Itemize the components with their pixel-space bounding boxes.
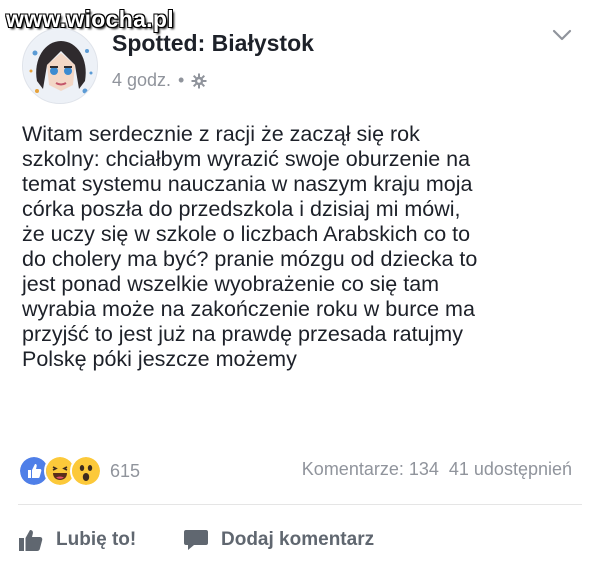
avatar-illustration xyxy=(24,30,97,103)
post-time[interactable]: 4 godz. xyxy=(112,70,171,91)
chevron-down-icon[interactable] xyxy=(552,28,572,42)
gear-icon xyxy=(191,73,207,88)
comments-count[interactable]: Komentarze: 134 xyxy=(302,459,439,480)
reactions-summary[interactable]: 615 xyxy=(18,455,140,487)
like-button[interactable]: Lubię to! xyxy=(18,528,136,552)
shares-count[interactable]: 41 udostępnień xyxy=(449,459,572,480)
reaction-count: 615 xyxy=(110,460,141,481)
page-name[interactable]: Spotted: Białystok xyxy=(112,30,314,57)
comment-label: Dodaj komentarz xyxy=(221,529,375,550)
meta-separator: • xyxy=(178,70,185,90)
post-text: Witam serdecznie z racji że zaczął się r… xyxy=(22,122,478,371)
watermark: www.wiocha.pl xyxy=(6,6,174,32)
page-avatar[interactable] xyxy=(22,28,98,104)
thumbs-up-icon xyxy=(19,530,43,551)
post-stats: Komentarze: 134 41 udostępnień xyxy=(302,459,572,480)
post-meta: 4 godz. • xyxy=(112,70,207,91)
wow-icon xyxy=(70,455,102,487)
divider xyxy=(18,504,582,505)
comment-button[interactable]: Dodaj komentarz xyxy=(183,528,374,552)
like-label: Lubię to! xyxy=(56,529,137,550)
comment-icon xyxy=(184,530,208,550)
